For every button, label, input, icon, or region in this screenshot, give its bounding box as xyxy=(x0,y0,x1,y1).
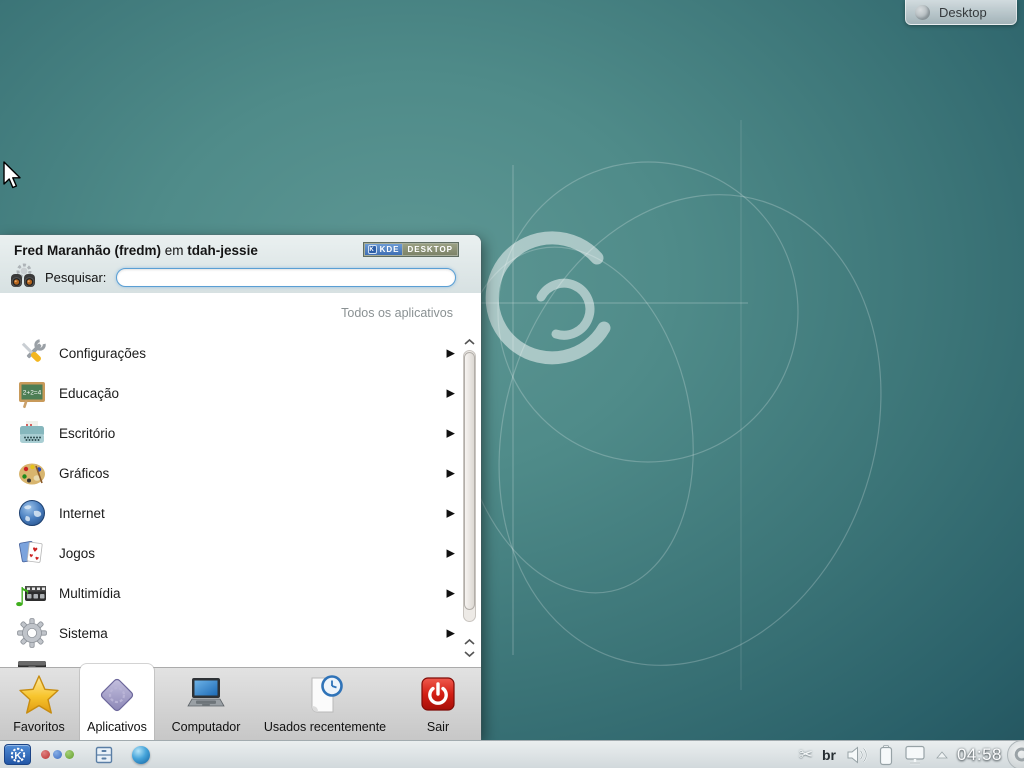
submenu-arrow-icon: ▶ xyxy=(447,467,455,480)
kickoff-tab-bar: Favoritos Aplicativos Computador xyxy=(0,667,481,740)
kickoff-launcher-menu: Fred Maranhão (fredm) em tdah-jessie KKD… xyxy=(0,235,481,740)
submenu-arrow-icon: ▶ xyxy=(447,427,455,440)
application-category-list: Todos os aplicativos Configurações ▶ xyxy=(0,293,481,667)
category-multimidia[interactable]: ♪ Multimídia ▶ xyxy=(0,573,481,613)
category-internet[interactable]: Internet ▶ xyxy=(0,493,481,533)
category-graficos[interactable]: Gráficos ▶ xyxy=(0,453,481,493)
tab-favoritos[interactable]: Favoritos xyxy=(0,668,78,741)
category-educacao[interactable]: 2+2=4 Educação ▶ xyxy=(0,373,481,413)
globe-icon xyxy=(16,497,48,529)
power-icon xyxy=(416,673,460,717)
kde-desktop-badge: KKDE DESKTOP xyxy=(363,242,459,257)
recent-docs-icon xyxy=(303,673,347,717)
bottom-panel: K ✂ br xyxy=(0,740,1024,768)
category-jogos[interactable]: ♥ ♥ ♥ Jogos ▶ xyxy=(0,533,481,573)
list-scrollbar[interactable] xyxy=(462,337,477,659)
category-configuracoes[interactable]: Configurações ▶ xyxy=(0,333,481,373)
green-dot-icon xyxy=(65,750,74,759)
display-icon[interactable] xyxy=(903,744,927,766)
digital-clock[interactable]: 04:58 xyxy=(957,745,1002,765)
search-binoculars-icon xyxy=(8,262,38,292)
search-label: Pesquisar: xyxy=(45,270,106,285)
activity-manager-button[interactable] xyxy=(41,750,74,759)
mouse-cursor xyxy=(2,161,24,191)
scroll-up-icon[interactable] xyxy=(462,337,477,347)
folder-view-title: Desktop xyxy=(939,5,987,20)
playing-cards-icon: ♥ ♥ ♥ xyxy=(16,537,48,569)
kde-gear-mini-icon: K xyxy=(368,245,377,254)
badge-desktop-text: DESKTOP xyxy=(403,244,457,255)
tools-icon xyxy=(16,337,48,369)
typewriter-icon xyxy=(16,417,48,449)
connector-text: em xyxy=(161,243,187,258)
search-input[interactable] xyxy=(116,268,456,287)
submenu-arrow-icon: ▶ xyxy=(447,507,455,520)
category-escritorio[interactable]: Escritório ▶ xyxy=(0,413,481,453)
drawer-icon xyxy=(16,657,48,667)
star-icon xyxy=(17,673,61,717)
file-cabinet-icon[interactable] xyxy=(94,745,114,765)
tab-label: Sair xyxy=(396,720,480,734)
tab-label: Favoritos xyxy=(0,720,78,734)
kde-gear-logo-icon: K xyxy=(9,746,27,764)
svg-text:♥: ♥ xyxy=(35,556,40,562)
category-label: Gráficos xyxy=(59,466,109,481)
blue-dot-icon xyxy=(53,750,62,759)
klipper-scissors-icon[interactable]: ✂ xyxy=(799,745,813,765)
submenu-arrow-icon: ▶ xyxy=(447,547,455,560)
volume-icon[interactable] xyxy=(845,745,869,765)
kde-diamond-icon xyxy=(95,673,139,717)
tray-expander-icon[interactable] xyxy=(936,751,948,759)
scroll-up-icon-bottom[interactable] xyxy=(462,637,477,647)
red-dot-icon xyxy=(41,750,50,759)
tab-usados-recentemente[interactable]: Usados recentemente xyxy=(258,668,392,741)
folder-view-widget-header[interactable]: Desktop xyxy=(905,0,1017,25)
category-label: Sistema xyxy=(59,626,108,641)
category-label: Configurações xyxy=(59,346,146,361)
svg-text:♥: ♥ xyxy=(32,547,38,555)
svg-text:2+2=4: 2+2=4 xyxy=(23,390,42,397)
svg-text:♪: ♪ xyxy=(16,583,31,609)
svg-text:♥: ♥ xyxy=(29,553,34,559)
tab-label: Usados recentemente xyxy=(258,720,392,734)
keyboard-layout-indicator[interactable]: br xyxy=(822,747,836,763)
submenu-arrow-icon: ▶ xyxy=(447,387,455,400)
tab-aplicativos[interactable]: Aplicativos xyxy=(80,664,154,741)
scrollbar-track[interactable] xyxy=(463,350,476,622)
multimedia-icon: ♪ xyxy=(16,577,48,609)
battery-icon[interactable] xyxy=(878,744,894,766)
category-label: Jogos xyxy=(59,546,95,561)
user-name: Fred Maranhão (fredm) xyxy=(14,243,161,258)
submenu-arrow-icon: ▶ xyxy=(447,627,455,640)
kickoff-header: Fred Maranhão (fredm) em tdah-jessie KKD… xyxy=(0,235,481,293)
laptop-icon xyxy=(184,673,228,717)
category-utilitarios[interactable]: Utilitários ▶ xyxy=(0,653,481,667)
chalkboard-icon: 2+2=4 xyxy=(16,377,48,409)
blue-ball-widget[interactable] xyxy=(132,746,150,764)
plasma-swirl-icon xyxy=(1014,747,1024,763)
category-label: Escritório xyxy=(59,426,115,441)
category-label: Internet xyxy=(59,506,105,521)
tab-sair[interactable]: Sair xyxy=(396,668,480,741)
category-label: Educação xyxy=(59,386,119,401)
scrollbar-thumb[interactable] xyxy=(464,352,475,610)
host-name: tdah-jessie xyxy=(187,243,258,258)
gear-icon xyxy=(16,617,48,649)
category-sistema[interactable]: Sistema ▶ xyxy=(0,613,481,653)
badge-kde-text: KDE xyxy=(380,245,400,254)
breadcrumb[interactable]: Todos os aplicativos xyxy=(0,293,481,333)
submenu-arrow-icon: ▶ xyxy=(447,587,455,600)
category-label: Multimídia xyxy=(59,586,121,601)
scroll-down-icon[interactable] xyxy=(462,649,477,659)
kickoff-launcher-button[interactable]: K xyxy=(4,744,31,765)
tab-label: Aplicativos xyxy=(80,720,154,734)
tab-computador[interactable]: Computador xyxy=(156,668,256,741)
submenu-arrow-icon: ▶ xyxy=(447,347,455,360)
palette-icon xyxy=(16,457,48,489)
svg-text:K: K xyxy=(14,751,22,762)
plasma-icon xyxy=(915,5,930,20)
tab-label: Computador xyxy=(156,720,256,734)
debian-swirl xyxy=(492,238,604,358)
